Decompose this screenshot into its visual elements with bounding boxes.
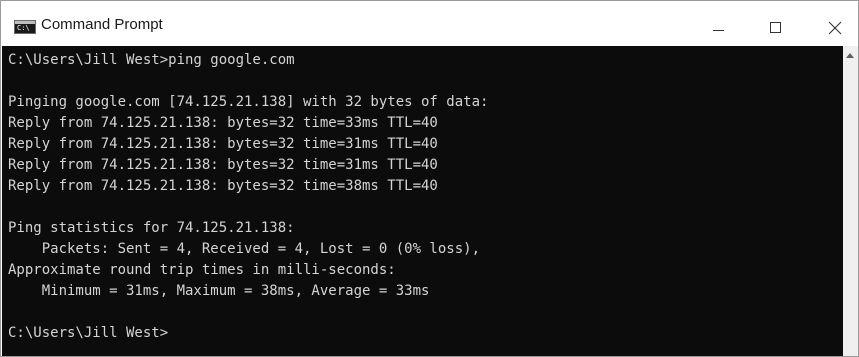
console-line: Pinging google.com [74.125.21.138] with … xyxy=(8,94,489,110)
close-button[interactable] xyxy=(812,9,858,45)
cmd-icon[interactable]: C:\ xyxy=(14,20,36,34)
console-line: Packets: Sent = 4, Received = 4, Lost = … xyxy=(8,241,481,257)
console-line: Reply from 74.125.21.138: bytes=32 time=… xyxy=(8,157,438,173)
title-bar[interactable]: C:\ Command Prompt xyxy=(1,1,858,45)
console-line: Ping statistics for 74.125.21.138: xyxy=(8,220,295,236)
console-line: Reply from 74.125.21.138: bytes=32 time=… xyxy=(8,178,438,194)
console-text: C:\Users\Jill West>ping google.com Pingi… xyxy=(8,50,488,344)
maximize-icon xyxy=(770,22,781,33)
vertical-scrollbar[interactable] xyxy=(843,46,858,356)
console-line: Minimum = 31ms, Maximum = 38ms, Average … xyxy=(8,283,430,299)
scroll-up-icon[interactable] xyxy=(846,53,854,58)
console-line: C:\Users\Jill West>ping google.com xyxy=(8,52,295,68)
window-title: Command Prompt xyxy=(41,16,163,33)
console-line: C:\Users\Jill West> xyxy=(8,325,169,341)
minimize-icon xyxy=(713,30,724,31)
console-output-area[interactable]: C:\Users\Jill West>ping google.com Pingi… xyxy=(2,46,843,356)
console-line: Reply from 74.125.21.138: bytes=32 time=… xyxy=(8,115,438,131)
command-prompt-window: C:\ Command Prompt C:\Users\Jill West>pi… xyxy=(0,0,859,357)
console-line: Approximate round trip times in milli-se… xyxy=(8,262,396,278)
maximize-button[interactable] xyxy=(753,9,799,45)
close-icon xyxy=(828,21,842,35)
minimize-button[interactable] xyxy=(695,9,741,45)
console-line: Reply from 74.125.21.138: bytes=32 time=… xyxy=(8,136,438,152)
cmd-icon-glyph: C:\ xyxy=(17,24,30,32)
